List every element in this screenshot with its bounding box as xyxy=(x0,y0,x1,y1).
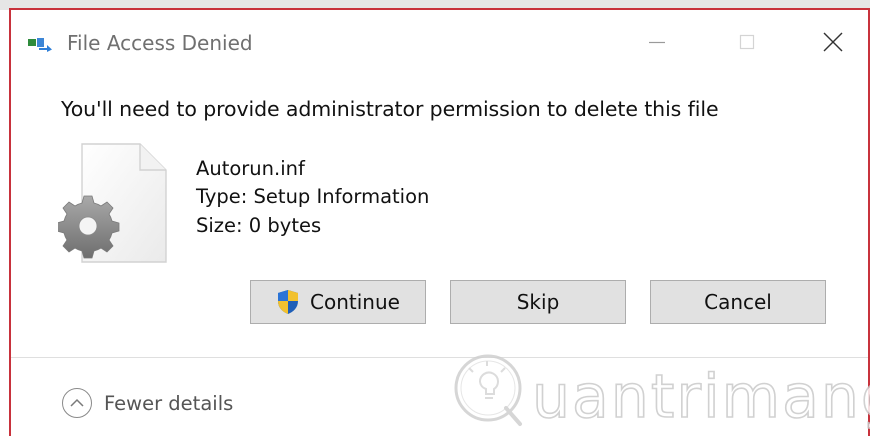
maximize-icon xyxy=(739,34,755,50)
uac-shield-icon xyxy=(278,290,299,314)
watermark-logo: uantrimang xyxy=(440,342,870,436)
cancel-label: Cancel xyxy=(704,290,772,314)
skip-button[interactable]: Skip xyxy=(450,280,626,324)
fewer-details-label: Fewer details xyxy=(104,391,234,415)
file-name: Autorun.inf xyxy=(196,157,305,180)
cancel-button[interactable]: Cancel xyxy=(650,280,826,324)
settings-file-icon xyxy=(58,143,167,263)
file-move-icon xyxy=(28,38,52,52)
file-type: Type: Setup Information xyxy=(196,185,430,208)
minimize-button[interactable] xyxy=(635,24,679,60)
watermark-q-icon xyxy=(454,354,522,426)
continue-button[interactable]: Continue xyxy=(250,280,426,324)
close-icon xyxy=(823,32,843,52)
continue-label: Continue xyxy=(310,290,400,314)
close-button[interactable] xyxy=(811,24,855,60)
chevron-up-icon xyxy=(62,388,92,418)
window-title: File Access Denied xyxy=(67,31,253,55)
title-bar[interactable]: File Access Denied xyxy=(11,12,868,74)
fewer-details-toggle[interactable]: Fewer details xyxy=(62,386,233,420)
skip-label: Skip xyxy=(516,290,560,314)
maximize-button[interactable] xyxy=(725,24,769,60)
watermark-text: uantrimang xyxy=(531,361,870,433)
window-top-border xyxy=(0,0,870,10)
file-size: Size: 0 bytes xyxy=(196,214,322,237)
permission-message: You'll need to provide administrator per… xyxy=(61,97,719,121)
minimize-icon xyxy=(649,41,665,44)
